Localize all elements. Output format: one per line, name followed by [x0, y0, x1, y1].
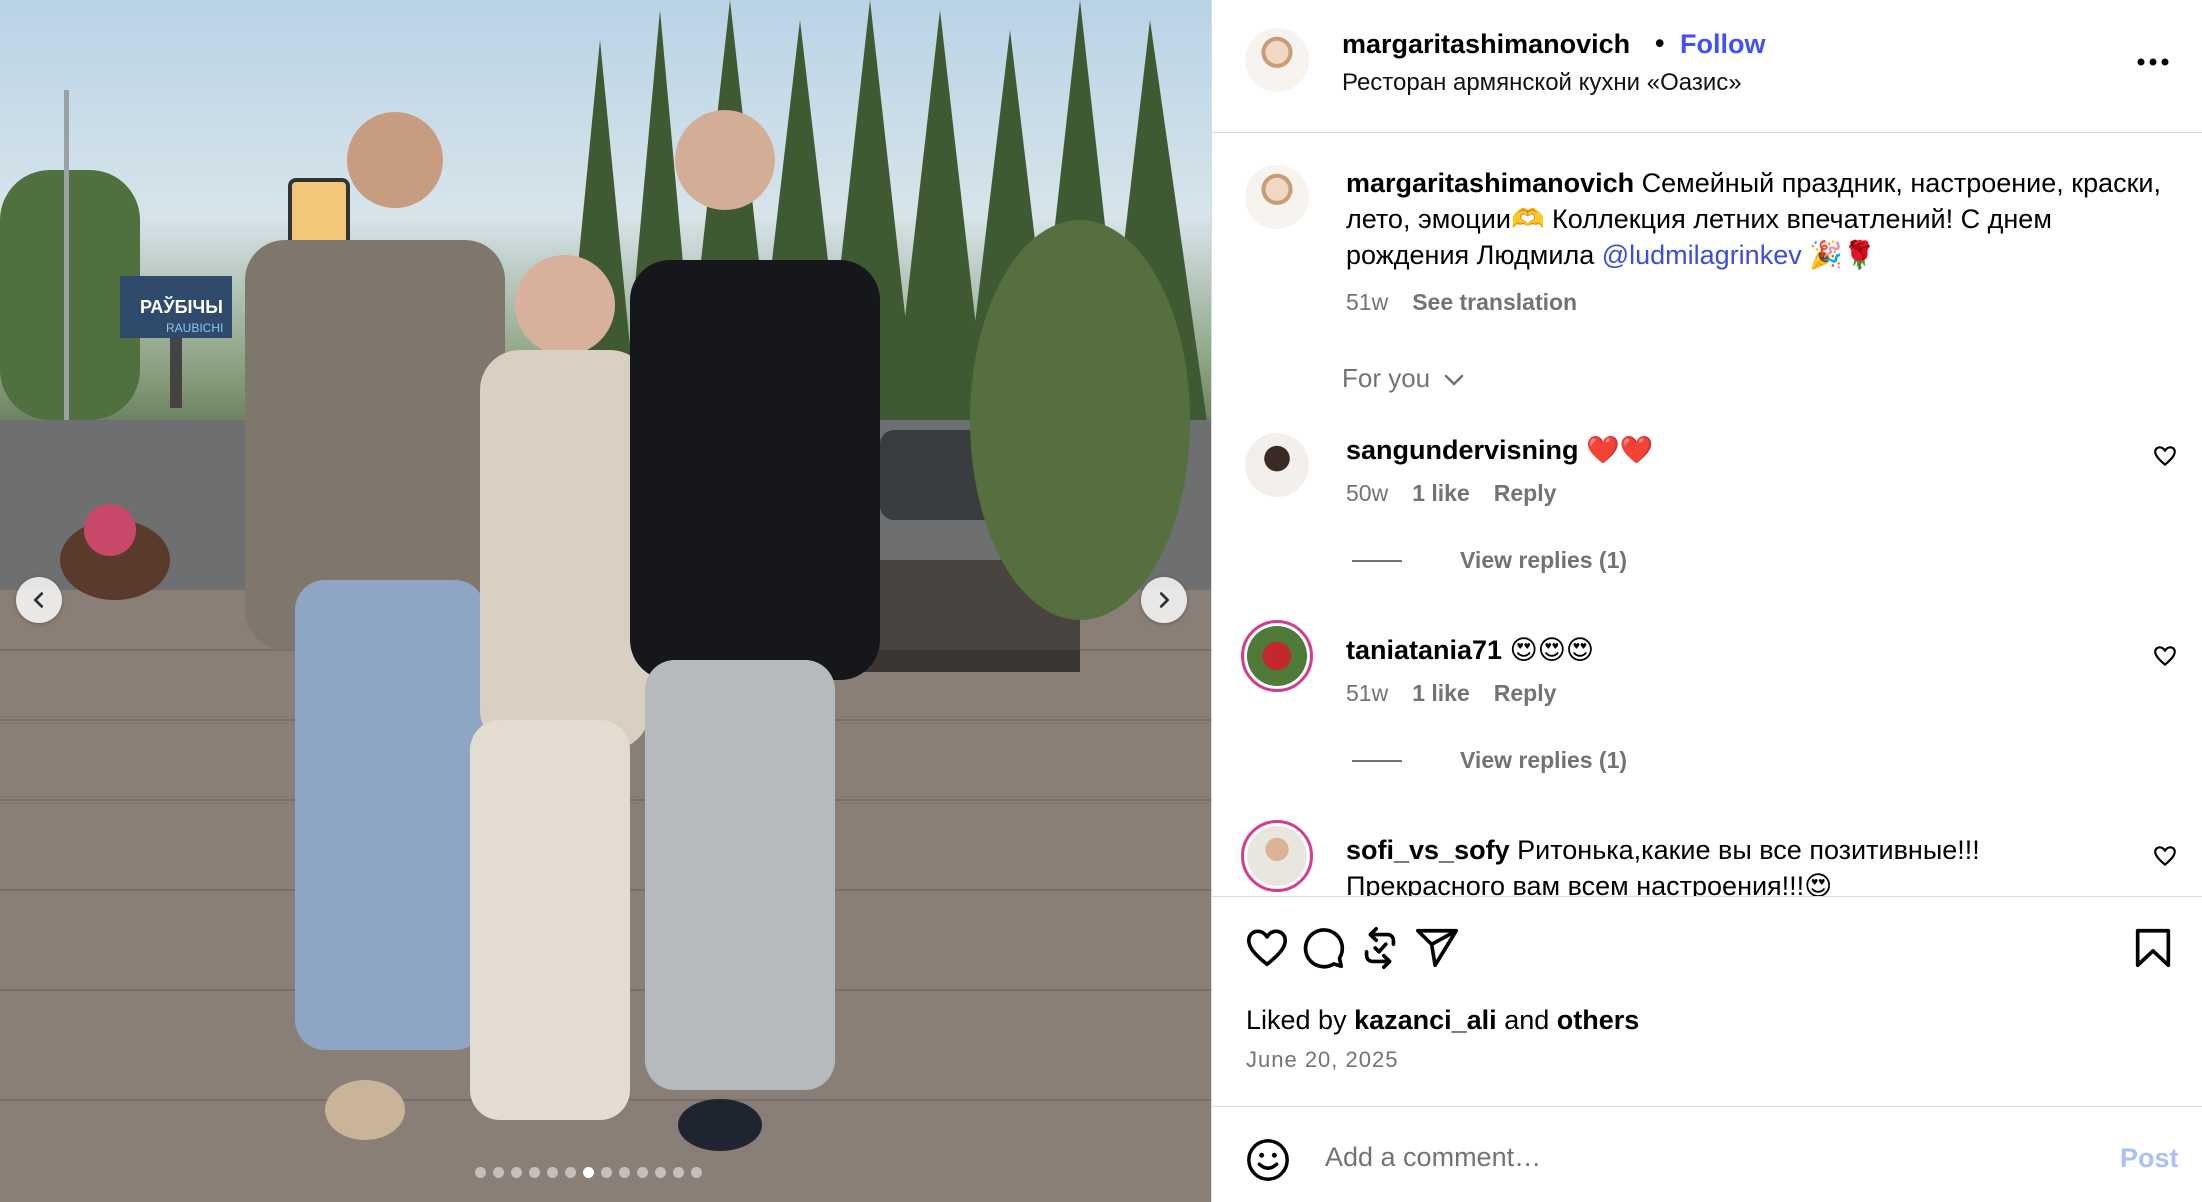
comment-bubble-icon[interactable] [1300, 925, 1346, 971]
comment-heart-icon[interactable] [2152, 443, 2178, 469]
carousel-dot [565, 1167, 576, 1178]
post-details-panel: margaritashimanovich • Follow Ресторан а… [1211, 0, 2202, 1202]
add-comment-bar: Post [1212, 1106, 2202, 1202]
carousel-dot [529, 1167, 540, 1178]
caption-avatar[interactable] [1245, 165, 1309, 229]
view-replies-label: View replies (1) [1460, 747, 1628, 773]
view-replies-label: View replies (1) [1460, 547, 1628, 573]
comment-meta: 51w 1 like Reply [1346, 680, 1580, 707]
comment-sort-dropdown[interactable]: For you [1342, 363, 1465, 394]
carousel-dot [511, 1167, 522, 1178]
comment-item: sangundervisning ❤️❤️ [1346, 432, 2126, 468]
comment-avatar[interactable] [1245, 433, 1309, 497]
carousel-dot [637, 1167, 648, 1178]
repost-icon[interactable] [1357, 925, 1403, 971]
comment-heart-icon[interactable] [2152, 843, 2178, 869]
comment-heart-icon[interactable] [2152, 643, 2178, 669]
view-replies-button[interactable]: View replies (1) [1352, 747, 1627, 774]
author-avatar[interactable] [1245, 28, 1309, 92]
comment-username[interactable]: sofi_vs_sofy [1346, 835, 1510, 865]
post-caption: margaritashimanovich Семейный праздник, … [1346, 165, 2166, 273]
comments-list[interactable]: margaritashimanovich Семейный праздник, … [1212, 133, 2202, 896]
share-send-icon[interactable] [1414, 925, 1460, 971]
post-date[interactable]: June 20, 2025 [1246, 1047, 1398, 1073]
carousel-dot [475, 1167, 486, 1178]
liked-by-others[interactable]: others [1557, 1005, 1640, 1035]
comment-text: 😍😍😍 [1509, 635, 1595, 665]
post-comment-button[interactable]: Post [2120, 1143, 2179, 1174]
post-actions: Liked by kazanci_ali and others June 20,… [1212, 896, 2202, 1106]
comment-likes[interactable]: 1 like [1412, 480, 1470, 506]
carousel-dot [691, 1167, 702, 1178]
chevron-down-icon [1445, 374, 1464, 386]
post-photo[interactable]: РАЎБІЧЫ RAUBICHI [0, 0, 1211, 1202]
comment-meta: 50w 1 like Reply [1346, 480, 1580, 507]
carousel-dot [655, 1167, 666, 1178]
header-separator: • [1655, 28, 1665, 58]
caption-username[interactable]: margaritashimanovich [1346, 168, 1634, 198]
carousel-dot [619, 1167, 630, 1178]
follow-button[interactable]: Follow [1680, 29, 1765, 60]
comment-item: sofi_vs_sofy Ритонька,какие вы все позит… [1346, 832, 2126, 896]
comment-avatar[interactable] [1241, 620, 1313, 692]
next-photo-button[interactable] [1141, 577, 1187, 623]
save-bookmark-icon[interactable] [2130, 925, 2176, 971]
view-replies-button[interactable]: View replies (1) [1352, 547, 1627, 574]
caption-time[interactable]: 51w [1346, 289, 1388, 315]
caption-meta: 51w See translation [1346, 289, 1601, 316]
liked-by-and: and [1504, 1005, 1550, 1035]
chevron-right-icon [1159, 592, 1170, 608]
carousel-dot [673, 1167, 684, 1178]
more-options-icon[interactable] [2133, 47, 2173, 77]
liked-by-user[interactable]: kazanci_ali [1354, 1005, 1497, 1035]
carousel-dot [547, 1167, 558, 1178]
post-header: margaritashimanovich • Follow Ресторан а… [1212, 0, 2202, 133]
photo-scene: РАЎБІЧЫ RAUBICHI [0, 0, 1211, 1202]
reply-button[interactable]: Reply [1494, 680, 1557, 706]
comment-time[interactable]: 51w [1346, 680, 1388, 706]
comment-likes[interactable]: 1 like [1412, 680, 1470, 706]
chevron-left-icon [33, 592, 44, 608]
replies-divider [1352, 559, 1402, 562]
caption-emoji: 🎉🌹 [1809, 240, 1877, 270]
previous-photo-button[interactable] [16, 577, 62, 623]
comment-avatar[interactable] [1241, 820, 1313, 892]
comment-time[interactable]: 50w [1346, 480, 1388, 506]
comment-username[interactable]: sangundervisning [1346, 435, 1579, 465]
carousel-dot [601, 1167, 612, 1178]
likes-summary: Liked by kazanci_ali and others [1246, 1005, 1639, 1036]
like-heart-icon[interactable] [1244, 925, 1290, 971]
emoji-icon[interactable] [1245, 1137, 1291, 1183]
replies-divider [1352, 759, 1402, 762]
reply-button[interactable]: Reply [1494, 480, 1557, 506]
add-comment-input[interactable] [1325, 1135, 2025, 1179]
author-username[interactable]: margaritashimanovich [1342, 29, 1630, 60]
see-translation-button[interactable]: See translation [1412, 289, 1577, 315]
post-location[interactable]: Ресторан армянской кухни «Оазис» [1342, 69, 1742, 97]
carousel-dot [583, 1167, 594, 1178]
caption-mention[interactable]: @ludmilagrinkev [1602, 240, 1802, 270]
sign-text: РАЎБІЧЫ [140, 296, 223, 317]
carousel-dot [493, 1167, 504, 1178]
sign-subtext: RAUBICHI [166, 321, 223, 335]
comment-username[interactable]: taniatania71 [1346, 635, 1502, 665]
carousel-indicator [475, 1167, 702, 1178]
comment-item: taniatania71 😍😍😍 [1346, 632, 2126, 668]
comment-text: ❤️❤️ [1586, 435, 1654, 465]
comment-sort-label: For you [1342, 363, 1431, 393]
liked-by-prefix: Liked by [1246, 1005, 1347, 1035]
